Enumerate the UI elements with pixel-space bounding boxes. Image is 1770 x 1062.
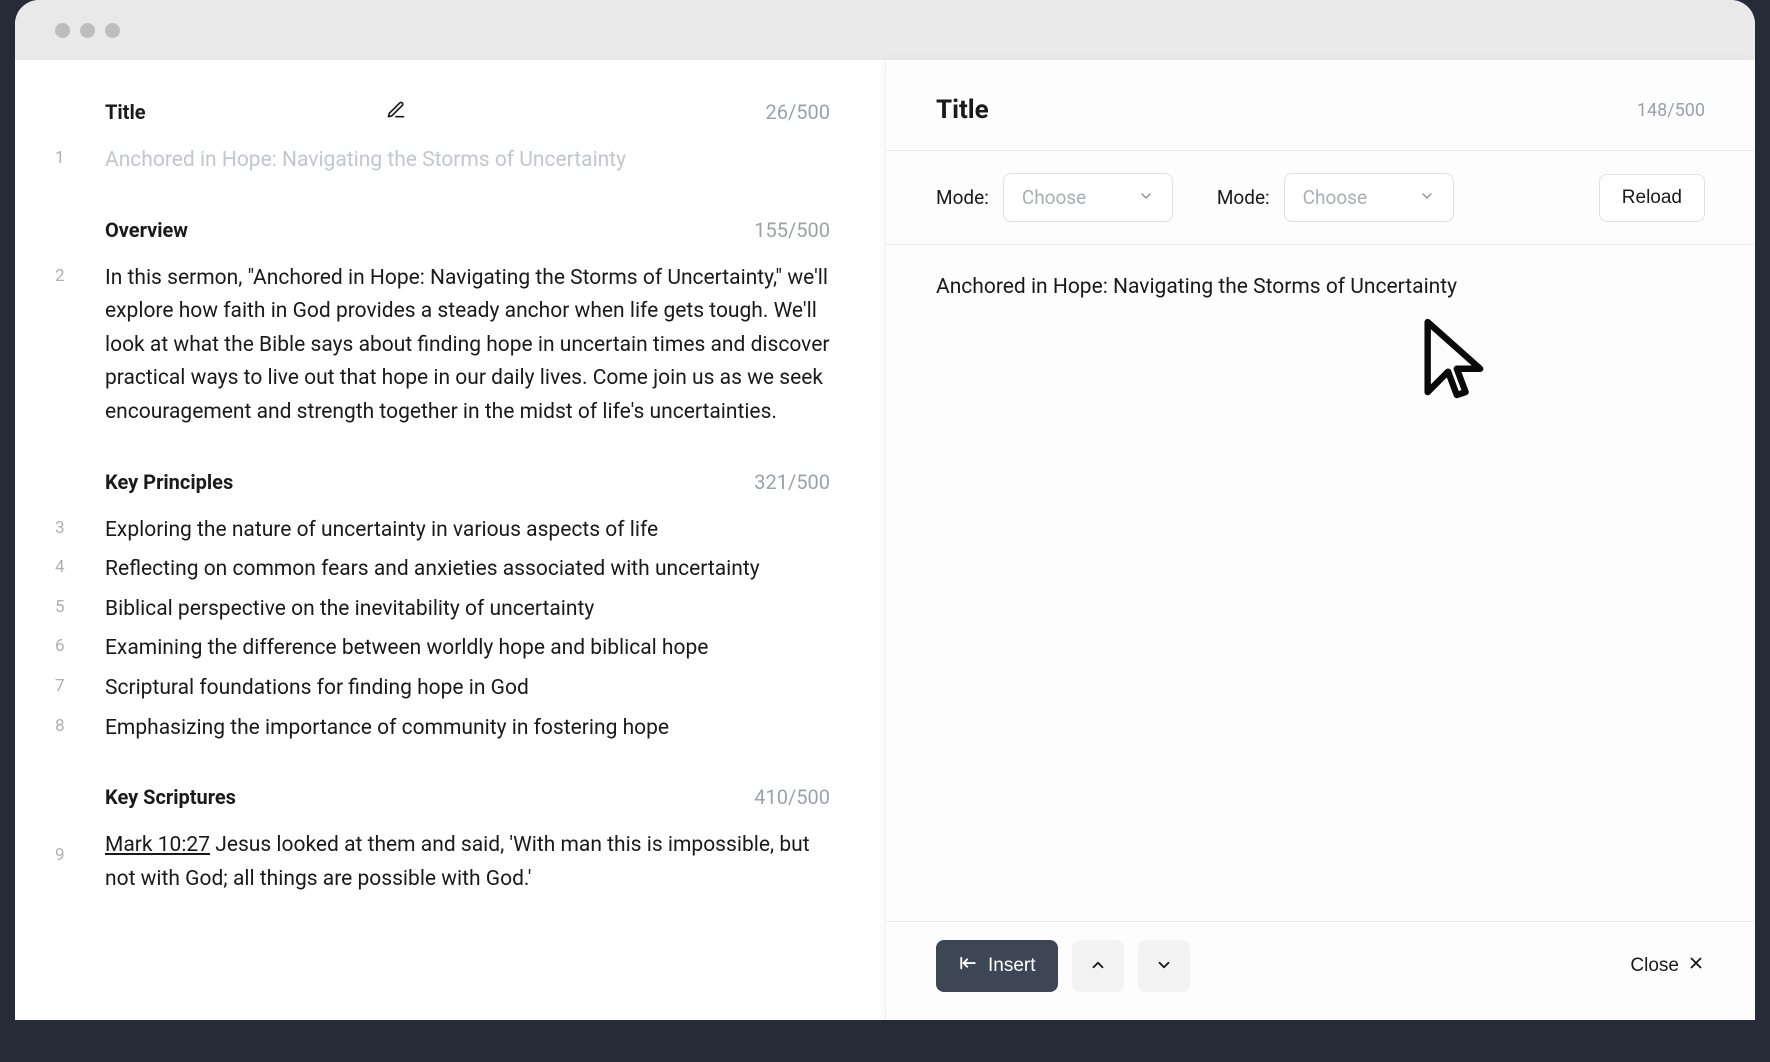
char-count-principles: 321/500 [754,470,835,494]
line-number: 2 [55,262,105,430]
mode-select-1[interactable]: Choose [1003,173,1173,222]
line-6[interactable]: 6 Examining the difference between world… [55,632,835,666]
chevron-up-icon [1089,956,1107,977]
line-1[interactable]: 1 Anchored in Hope: Navigating the Storm… [55,144,835,178]
section-heading-scriptures: Key Scriptures [105,785,236,809]
section-heading-overview: Overview [105,218,188,242]
mode-select-2[interactable]: Choose [1284,173,1454,222]
insert-label: Insert [988,955,1036,977]
right-char-count: 148/500 [1637,100,1705,121]
line-8[interactable]: 8 Emphasizing the importance of communit… [55,712,835,746]
edit-icon[interactable] [386,100,406,124]
line-number: 7 [55,672,105,706]
right-body[interactable]: Anchored in Hope: Navigating the Storms … [886,245,1755,921]
line-text: Anchored in Hope: Navigating the Storms … [105,144,835,178]
right-footer: Insert Close [886,921,1755,1020]
app-window: Title 26/500 1 Anchored in Hope: Navigat… [15,0,1755,1020]
line-number: 8 [55,712,105,746]
line-number: 6 [55,632,105,666]
select-placeholder: Choose [1303,186,1367,209]
line-text: Exploring the nature of uncertainty in v… [105,514,835,548]
line-text: Mark 10:27 Jesus looked at them and said… [105,829,835,896]
section-principles: Key Principles 321/500 3 Exploring the n… [55,470,835,746]
traffic-light-close[interactable] [55,23,70,38]
section-heading-principles: Key Principles [105,470,233,494]
char-count-overview: 155/500 [754,218,835,242]
insert-arrow-icon [958,954,978,978]
editor-right-panel: Title 148/500 Mode: Choose Mode: Choose [885,60,1755,1020]
body-text: Anchored in Hope: Navigating the Storms … [936,275,1705,299]
line-5[interactable]: 5 Biblical perspective on the inevitabil… [55,593,835,627]
reload-button[interactable]: Reload [1599,174,1705,222]
cursor-pointer-icon [1416,315,1486,411]
mode-label-1: Mode: [936,186,989,209]
nav-up-button[interactable] [1072,940,1124,992]
section-header-scriptures: Key Scriptures 410/500 [55,785,835,809]
line-number: 9 [55,829,105,896]
line-text: Emphasizing the importance of community … [105,712,835,746]
window-titlebar [15,0,1755,60]
line-3[interactable]: 3 Exploring the nature of uncertainty in… [55,514,835,548]
section-heading-title: Title [105,100,146,124]
close-button[interactable]: Close [1630,954,1705,978]
scripture-reference[interactable]: Mark 10:27 [105,833,210,857]
line-text: Biblical perspective on the inevitabilit… [105,593,835,627]
scripture-text: Jesus looked at them and said, 'With man… [105,833,810,891]
line-text: Reflecting on common fears and anxieties… [105,553,835,587]
line-4[interactable]: 4 Reflecting on common fears and anxieti… [55,553,835,587]
mode-label-2: Mode: [1217,186,1270,209]
line-number: 4 [55,553,105,587]
char-count-title: 26/500 [766,100,835,124]
chevron-down-icon [1419,186,1435,209]
char-count-scriptures: 410/500 [754,785,835,809]
section-scriptures: Key Scriptures 410/500 9 Mark 10:27 Jesu… [55,785,835,896]
chevron-down-icon [1155,956,1173,977]
content-area: Title 26/500 1 Anchored in Hope: Navigat… [15,60,1755,1020]
section-header-overview: Overview 155/500 [55,218,835,242]
line-number: 3 [55,514,105,548]
line-text: In this sermon, "Anchored in Hope: Navig… [105,262,835,430]
line-number: 1 [55,144,105,178]
insert-button[interactable]: Insert [936,940,1058,992]
close-label: Close [1630,955,1679,977]
chevron-down-icon [1138,186,1154,209]
line-2[interactable]: 2 In this sermon, "Anchored in Hope: Nav… [55,262,835,430]
right-title: Title [936,95,989,125]
line-text: Examining the difference between worldly… [105,632,835,666]
traffic-light-zoom[interactable] [105,23,120,38]
section-overview: Overview 155/500 2 In this sermon, "Anch… [55,218,835,430]
editor-left-panel: Title 26/500 1 Anchored in Hope: Navigat… [15,60,885,1020]
close-icon [1687,954,1705,978]
line-9[interactable]: 9 Mark 10:27 Jesus looked at them and sa… [55,829,835,896]
section-header-title: Title 26/500 [55,100,835,124]
section-header-principles: Key Principles 321/500 [55,470,835,494]
right-toolbar: Mode: Choose Mode: Choose Reload [886,151,1755,244]
select-placeholder: Choose [1022,186,1086,209]
nav-down-button[interactable] [1138,940,1190,992]
right-header: Title 148/500 [886,60,1755,150]
line-number: 5 [55,593,105,627]
line-7[interactable]: 7 Scriptural foundations for finding hop… [55,672,835,706]
traffic-light-minimize[interactable] [80,23,95,38]
section-title: Title 26/500 1 Anchored in Hope: Navigat… [55,100,835,178]
line-text: Scriptural foundations for finding hope … [105,672,835,706]
